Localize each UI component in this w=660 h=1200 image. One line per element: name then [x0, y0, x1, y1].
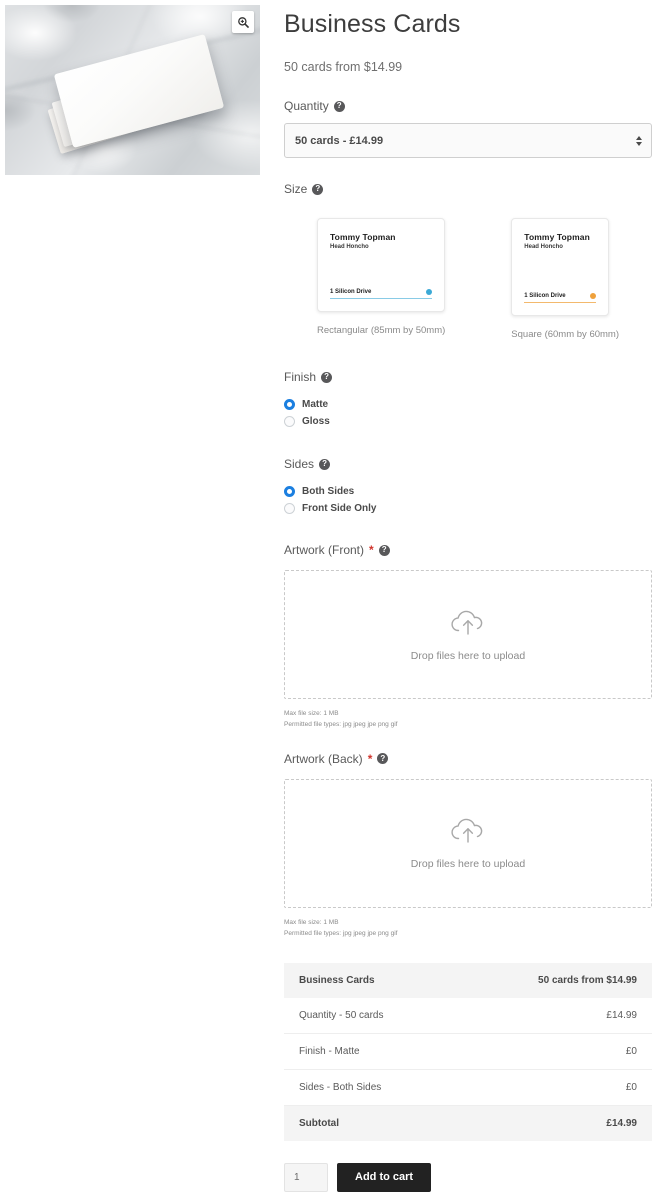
radio-button-selected[interactable]	[284, 399, 295, 410]
table-row: Quantity - 50 cards £14.99	[284, 998, 652, 1034]
help-icon[interactable]: ?	[319, 458, 331, 470]
artwork-front-notes: Max file size: 1 MB Permitted file types…	[284, 708, 652, 731]
help-icon[interactable]: ?	[321, 371, 333, 383]
file-types-note: Permitted file types: jpg jpeg jpe png g…	[284, 930, 398, 938]
size-options: Tommy Topman Head Honcho 1 Silicon Drive…	[284, 218, 652, 340]
cloud-upload-icon	[448, 816, 488, 851]
finish-label-text: Finish	[284, 370, 317, 384]
summary-row-value: £0	[625, 1045, 637, 1057]
finish-option-label: Gloss	[302, 416, 330, 427]
sides-label: Sides ?	[284, 457, 652, 471]
help-icon[interactable]: ?	[378, 544, 390, 556]
help-icon[interactable]: ?	[377, 753, 389, 765]
mockup-name: Tommy Topman	[330, 232, 396, 242]
table-row: Finish - Matte £0	[284, 1034, 652, 1070]
summary-header-row: Business Cards 50 cards from $14.99	[284, 962, 652, 998]
add-to-cart-controls: Add to cart	[284, 1162, 652, 1192]
chevron-updown-icon[interactable]	[636, 135, 642, 146]
mockup-role: Head Honcho	[330, 244, 369, 250]
mockup-footer: 1 Silicon Drive	[524, 292, 597, 303]
product-configuration-form: Business Cards 50 cards from $14.99 Quan…	[284, 0, 652, 1192]
required-marker: *	[369, 543, 374, 557]
finish-option-matte[interactable]: Matte	[284, 396, 652, 413]
summary-subtotal-row: Subtotal £14.99	[284, 1105, 652, 1141]
sides-option-label: Front Side Only	[302, 503, 377, 514]
sides-option-label: Both Sides	[302, 486, 355, 497]
summary-row-label: Quantity - 50 cards	[299, 1009, 384, 1021]
price-from-text: 50 cards from $14.99	[284, 60, 403, 74]
mockup-role: Head Honcho	[524, 244, 563, 250]
finish-option-label: Matte	[302, 399, 329, 410]
quantity-select-value: 50 cards - £14.99	[295, 134, 384, 147]
page-title: Business Cards	[284, 10, 461, 38]
subtotal-label: Subtotal	[299, 1117, 339, 1129]
size-option-rectangular[interactable]: Tommy Topman Head Honcho 1 Silicon Drive…	[317, 218, 445, 340]
quantity-label-text: Quantity	[284, 99, 329, 113]
mockup-address: 1 Silicon Drive	[330, 288, 372, 295]
artwork-back-notes: Max file size: 1 MB Permitted file types…	[284, 917, 652, 940]
order-summary-table: Business Cards 50 cards from $14.99 Quan…	[284, 962, 652, 1141]
product-gallery	[5, 5, 260, 175]
magnifier-plus-icon[interactable]	[232, 11, 254, 33]
cart-quantity-input[interactable]	[284, 1162, 328, 1192]
mockup-address: 1 Silicon Drive	[524, 292, 566, 299]
sides-radio-group: Both Sides Front Side Only	[284, 483, 652, 517]
mockup-accent-dot	[590, 292, 597, 299]
summary-row-label: Sides - Both Sides	[299, 1081, 382, 1093]
size-caption-rectangular: Rectangular (85mm by 50mm)	[317, 325, 446, 336]
subtotal-value: £14.99	[606, 1117, 637, 1129]
max-file-size-note: Max file size: 1 MB	[284, 918, 339, 926]
artwork-front-label-text: Artwork (Front)	[284, 543, 365, 557]
quantity-select[interactable]: 50 cards - £14.99	[284, 123, 652, 158]
artwork-back-label-text: Artwork (Back)	[284, 751, 363, 766]
card-layer-top	[53, 34, 225, 148]
artwork-back-dropzone-text: Drop files here to upload	[410, 858, 526, 871]
sides-label-text: Sides	[284, 457, 315, 471]
file-types-note: Permitted file types: jpg jpeg jpe png g…	[284, 721, 398, 729]
business-card-stack	[47, 34, 225, 154]
size-label-text: Size	[284, 182, 308, 196]
finish-option-gloss[interactable]: Gloss	[284, 413, 652, 430]
cloud-upload-icon	[448, 608, 488, 643]
artwork-back-dropzone[interactable]: Drop files here to upload	[284, 778, 652, 908]
size-option-square[interactable]: Tommy Topman Head Honcho 1 Silicon Drive…	[511, 218, 619, 340]
table-row: Sides - Both Sides £0	[284, 1070, 652, 1106]
mockup-accent-rule	[524, 301, 597, 303]
artwork-back-label: Artwork (Back) * ?	[284, 752, 652, 766]
size-caption-square: Square (60mm by 60mm)	[511, 329, 619, 340]
sides-option-front-only[interactable]: Front Side Only	[284, 500, 652, 517]
summary-header-label: Business Cards	[299, 974, 375, 986]
card-mockup-rectangular: Tommy Topman Head Honcho 1 Silicon Drive	[317, 218, 445, 312]
max-file-size-note: Max file size: 1 MB	[284, 710, 339, 717]
radio-button-selected[interactable]	[284, 486, 295, 497]
summary-row-value: £14.99	[606, 1009, 637, 1021]
summary-row-label: Finish - Matte	[299, 1045, 360, 1057]
quantity-label: Quantity ?	[284, 99, 652, 113]
mockup-accent-rule	[330, 297, 432, 299]
mockup-name: Tommy Topman	[524, 232, 590, 242]
summary-header-value: 50 cards from $14.99	[538, 974, 637, 986]
add-to-cart-button[interactable]: Add to cart	[337, 1162, 432, 1192]
radio-button[interactable]	[284, 416, 295, 427]
artwork-front-dropzone[interactable]: Drop files here to upload	[284, 570, 652, 699]
card-mockup-square: Tommy Topman Head Honcho 1 Silicon Drive	[511, 218, 610, 316]
finish-radio-group: Matte Gloss	[284, 396, 652, 430]
mockup-footer: 1 Silicon Drive	[330, 288, 432, 299]
help-icon[interactable]: ?	[312, 183, 324, 195]
size-label: Size ?	[284, 182, 652, 196]
summary-row-value: £0	[625, 1081, 637, 1093]
finish-label: Finish ?	[284, 370, 652, 384]
mockup-accent-dot	[426, 288, 432, 295]
help-icon[interactable]: ?	[333, 100, 345, 112]
radio-button[interactable]	[284, 503, 295, 514]
artwork-front-label: Artwork (Front) * ?	[284, 543, 652, 557]
product-image[interactable]	[5, 5, 260, 175]
artwork-front-dropzone-text: Drop files here to upload	[410, 649, 526, 662]
sides-option-both[interactable]: Both Sides	[284, 483, 652, 500]
required-marker: *	[367, 751, 373, 766]
